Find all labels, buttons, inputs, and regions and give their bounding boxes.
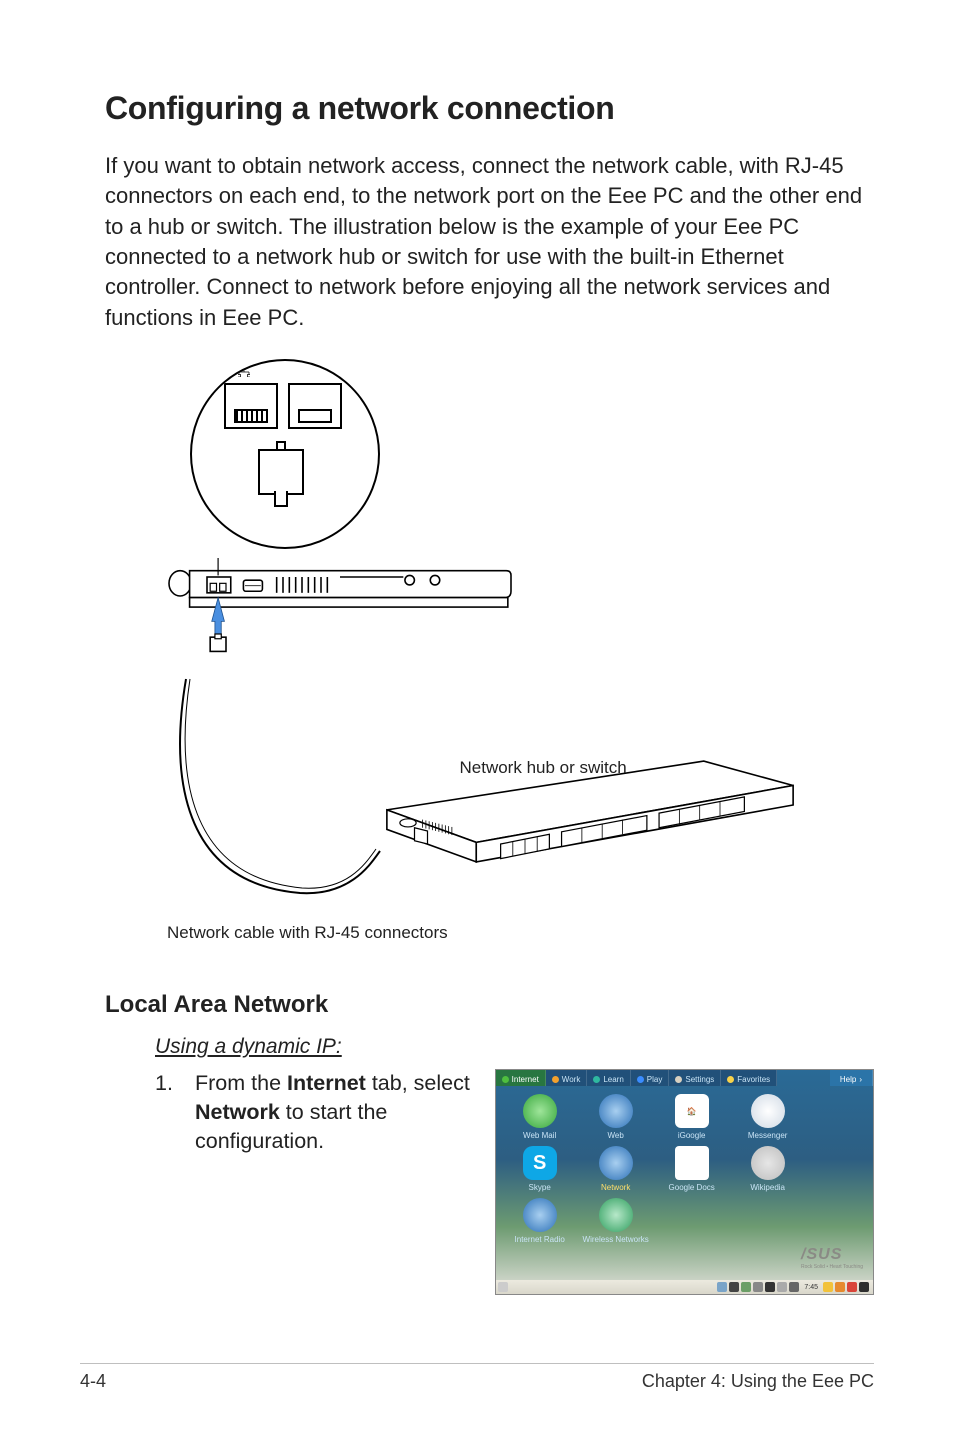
icon-googledocs[interactable]: Google Docs [654, 1146, 730, 1192]
network-diagram: Network hub or switch [120, 353, 860, 913]
switch-label: Network hub or switch [460, 758, 627, 778]
step-text-before: From the [195, 1071, 287, 1095]
tab-favorites[interactable]: Favorites [721, 1070, 777, 1086]
desktop-screenshot: Internet Work Learn Play Settings Favori… [495, 1069, 874, 1295]
icon-googledocs-label: Google Docs [654, 1183, 730, 1192]
icon-skype-label: Skype [502, 1183, 578, 1192]
icon-messenger-label: Messenger [730, 1131, 806, 1140]
network-icon [599, 1146, 633, 1180]
tray-expand-icon[interactable] [859, 1282, 869, 1292]
tab-internet[interactable]: Internet [496, 1070, 546, 1086]
icon-wireless[interactable]: Wireless Networks [578, 1198, 654, 1244]
icon-web-label: Web [578, 1131, 654, 1140]
house-icon: 🏠 [675, 1094, 709, 1128]
icon-wireless-label: Wireless Networks [578, 1235, 654, 1244]
taskbar: 7:45 [496, 1280, 873, 1294]
asus-logo-text: /SUS [801, 1246, 842, 1263]
star-icon [727, 1076, 734, 1083]
tab-help[interactable]: Help› [830, 1070, 873, 1086]
intro-paragraph: If you want to obtain network access, co… [105, 151, 874, 333]
tab-work[interactable]: Work [546, 1070, 588, 1086]
tab-learn[interactable]: Learn [587, 1070, 630, 1086]
page-number: 4-4 [80, 1371, 106, 1392]
tray-battery-icon[interactable] [789, 1282, 799, 1292]
footer-rule [80, 1363, 874, 1364]
tray-keyboard-icon[interactable] [777, 1282, 787, 1292]
icon-web[interactable]: Web [578, 1094, 654, 1140]
tab-help-label: Help [840, 1075, 856, 1084]
icon-igoogle-label: iGoogle [654, 1131, 730, 1140]
icon-igoogle[interactable]: 🏠 iGoogle [654, 1094, 730, 1140]
subheading-dynamic-ip: Using a dynamic IP: [155, 1035, 874, 1059]
tray-power-icon[interactable] [847, 1282, 857, 1292]
tray-alert-icon[interactable] [823, 1282, 833, 1292]
step-1: 1. From the Internet tab, select Network… [155, 1069, 473, 1156]
rj45-port-left [224, 383, 278, 429]
step-text: From the Internet tab, select Network to… [195, 1069, 473, 1156]
mail-icon [523, 1094, 557, 1128]
step-text-network: Network [195, 1100, 280, 1124]
work-icon [552, 1076, 559, 1083]
globe-icon [502, 1076, 509, 1083]
desktop-tabs: Internet Work Learn Play Settings Favori… [496, 1070, 873, 1086]
icon-network[interactable]: Network [578, 1146, 654, 1192]
icon-messenger[interactable]: Messenger [730, 1094, 806, 1140]
globe-icon [599, 1094, 633, 1128]
tab-play[interactable]: Play [631, 1070, 670, 1086]
tab-learn-label: Learn [603, 1075, 623, 1084]
chevron-right-icon: › [859, 1075, 862, 1084]
magnifier-circle [190, 359, 380, 549]
icon-network-label: Network [578, 1183, 654, 1192]
icon-webmail[interactable]: Web Mail [502, 1094, 578, 1140]
wikipedia-icon [751, 1146, 785, 1180]
wifi-icon [599, 1198, 633, 1232]
chapter-title: Chapter 4: Using the Eee PC [642, 1371, 874, 1392]
rj45-plug [258, 449, 304, 495]
icon-wikipedia[interactable]: Wikipedia [730, 1146, 806, 1192]
tray-volume-icon[interactable] [765, 1282, 775, 1292]
tab-favorites-label: Favorites [737, 1075, 770, 1084]
asus-tagline: Rock Solid • Heart Touching [801, 1264, 863, 1270]
skype-icon: S [523, 1146, 557, 1180]
learn-icon [593, 1076, 600, 1083]
step-text-internet: Internet [287, 1071, 366, 1095]
tab-work-label: Work [562, 1075, 581, 1084]
play-icon [637, 1076, 644, 1083]
document-icon [675, 1146, 709, 1180]
tray-window-icon[interactable] [729, 1282, 739, 1292]
icon-wikipedia-label: Wikipedia [730, 1183, 806, 1192]
asus-logo: /SUS Rock Solid • Heart Touching [801, 1246, 863, 1270]
icon-webmail-label: Web Mail [502, 1131, 578, 1140]
section-heading-lan: Local Area Network [105, 991, 874, 1019]
tab-play-label: Play [647, 1075, 663, 1084]
page-heading: Configuring a network connection [105, 90, 874, 127]
tab-internet-label: Internet [512, 1075, 539, 1084]
radio-icon [523, 1198, 557, 1232]
modem-port-right [288, 383, 342, 429]
icon-internetradio-label: Internet Radio [502, 1235, 578, 1244]
tab-settings-label: Settings [685, 1075, 714, 1084]
start-button[interactable] [498, 1282, 508, 1292]
messenger-icon [751, 1094, 785, 1128]
tray-display-icon[interactable] [753, 1282, 763, 1292]
ethernet-icon [238, 367, 250, 377]
tray-update-icon[interactable] [835, 1282, 845, 1292]
step-number: 1. [155, 1069, 195, 1156]
desktop-icon-grid: Web Mail Web 🏠 iGoogle Messenger S Skype N… [496, 1086, 873, 1250]
tray-shield-icon[interactable] [741, 1282, 751, 1292]
gear-icon [675, 1076, 682, 1083]
magnified-ports [214, 381, 360, 445]
step-text-mid: tab, select [366, 1071, 470, 1095]
icon-internetradio[interactable]: Internet Radio [502, 1198, 578, 1244]
tray-wifi-icon[interactable] [717, 1282, 727, 1292]
cable-caption: Network cable with RJ-45 connectors [167, 923, 874, 943]
laptop-side-illustration [120, 558, 560, 653]
taskbar-time: 7:45 [804, 1284, 818, 1291]
icon-skype[interactable]: S Skype [502, 1146, 578, 1192]
tab-settings[interactable]: Settings [669, 1070, 721, 1086]
